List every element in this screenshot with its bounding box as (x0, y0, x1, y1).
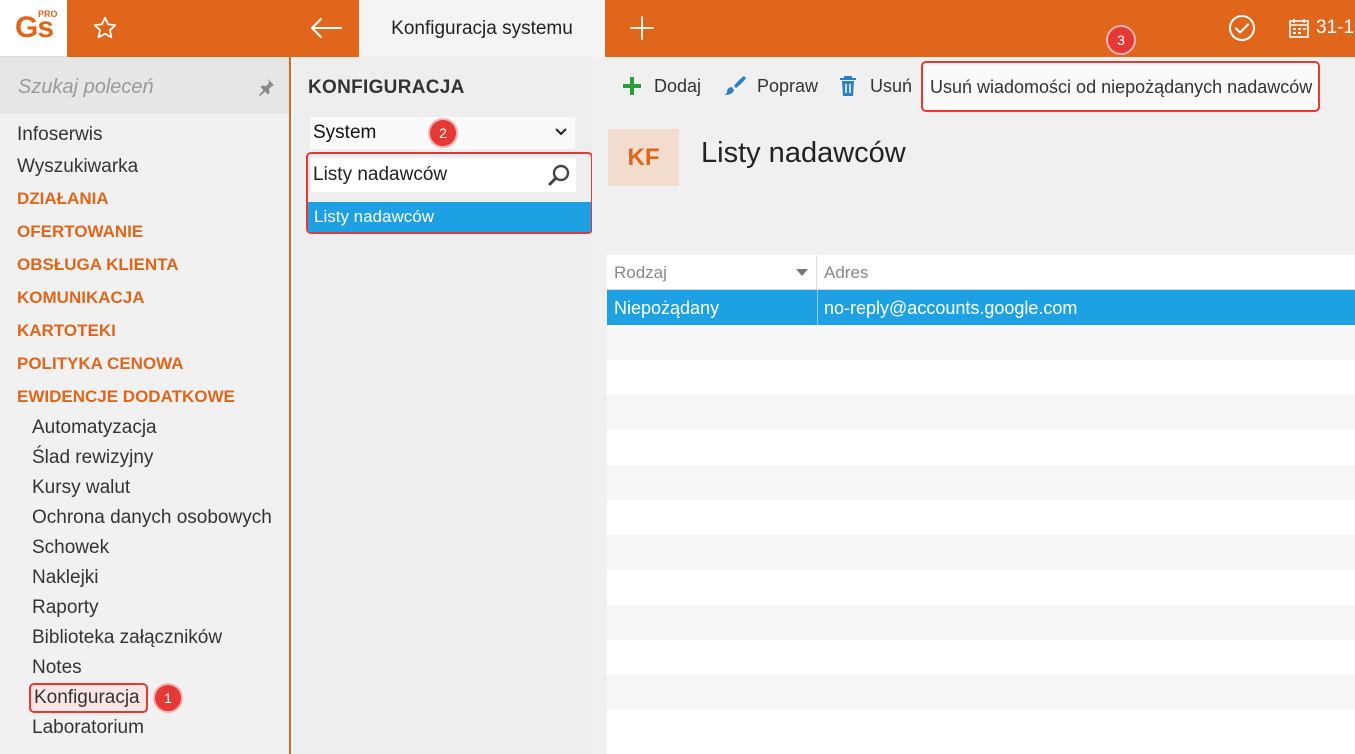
cell-divider (817, 290, 818, 325)
arrow-left-icon (311, 18, 342, 38)
delete-label: Usuń (870, 75, 913, 96)
config-panel-title: KONFIGURACJA (308, 77, 465, 98)
empty-row (607, 325, 1355, 360)
brush-icon (725, 76, 746, 95)
favorites-button[interactable] (82, 10, 128, 46)
sidebar-section-komunikacja[interactable]: KOMUNIKACJA (17, 288, 145, 308)
trash-icon (840, 76, 856, 96)
empty-row (607, 605, 1355, 640)
sidebar-section-obsluga-klienta[interactable]: OBSŁUGA KLIENTA (17, 255, 179, 275)
sidebar-section-ewidencje-dodatkowe[interactable]: EWIDENCJE DODATKOWE (17, 387, 235, 407)
plus-icon (630, 16, 654, 40)
sidebar-item-konfiguracja[interactable]: Konfiguracja (29, 683, 148, 713)
sidebar-section-dzialania[interactable]: DZIAŁANIA (17, 189, 109, 209)
empty-row (607, 640, 1355, 675)
top-bar: Gs PRO Konfiguracja systemu 31-1 (0, 0, 1355, 57)
remove-spam-label: Usuń wiadomości od niepożądanych nadawcó… (930, 77, 1313, 97)
delete-button[interactable]: Usuń (836, 71, 912, 101)
calendar-button[interactable]: 31-1 (1288, 10, 1355, 46)
add-label: Dodaj (654, 75, 702, 96)
empty-row (607, 500, 1355, 535)
empty-row (607, 710, 1355, 745)
cell-adres: no-reply@accounts.google.com (824, 298, 1078, 318)
tasks-button[interactable] (1222, 10, 1262, 46)
callout-badge-1: 1 (153, 683, 183, 713)
logo-superscript: PRO (38, 9, 58, 19)
column-header-rodzaj[interactable]: Rodzaj (607, 255, 817, 290)
sidebar-item-schowek[interactable]: Schowek (32, 537, 109, 559)
tab-label: Konfiguracja systemu (391, 17, 573, 39)
cell-rodzaj: Niepożądany (614, 298, 720, 318)
module-badge: KF (608, 129, 679, 186)
toolbar: Dodaj Popraw Usuń Usuń wiadomości od nie… (592, 57, 1355, 114)
sidebar-section-ofertowanie[interactable]: OFERTOWANIE (17, 222, 143, 242)
command-search[interactable]: Szukaj poleceń (0, 57, 289, 114)
search-icon[interactable] (547, 163, 571, 187)
sidebar-item-naklejki[interactable]: Naklejki (32, 567, 99, 589)
back-button[interactable] (300, 10, 352, 46)
empty-row (607, 360, 1355, 395)
config-filter-input[interactable] (313, 161, 538, 189)
page-title: Listy nadawców (701, 137, 906, 169)
app-logo[interactable]: Gs PRO (0, 0, 67, 57)
sidebar-item-infoserwis[interactable]: Infoserwis (17, 124, 103, 146)
star-icon (93, 16, 117, 39)
calendar-icon (1289, 19, 1309, 38)
sidebar-item-ochrona-danych[interactable]: Ochrona danych osobowych (32, 507, 272, 529)
sidebar: Szukaj poleceń Infoserwis Wyszukiwarka D… (0, 57, 291, 754)
sidebar-item-biblioteka[interactable]: Biblioteka załączników (32, 627, 222, 649)
add-button[interactable]: Dodaj (620, 71, 701, 101)
config-result-item[interactable]: Listy nadawców (308, 202, 591, 232)
senders-grid: Rodzaj Adres Niepożądany no-reply@accoun… (607, 255, 1355, 754)
chevron-down-icon (555, 128, 567, 136)
sidebar-item-kursy-walut[interactable]: Kursy walut (32, 477, 130, 499)
column-label-adres: Adres (824, 263, 869, 282)
config-filter-field[interactable] (311, 158, 576, 192)
column-label-rodzaj: Rodzaj (614, 263, 667, 282)
sidebar-item-slad-rewizyjny[interactable]: Ślad rewizyjny (32, 447, 153, 469)
callout-badge-3: 3 (1106, 25, 1136, 55)
sort-down-icon[interactable] (796, 269, 808, 277)
tab-konfiguracja-systemu[interactable]: Konfiguracja systemu (359, 0, 605, 57)
edit-button[interactable]: Popraw (723, 71, 818, 101)
sidebar-item-notes[interactable]: Notes (32, 657, 82, 679)
edit-label: Popraw (757, 75, 819, 96)
sidebar-section-polityka-cenowa[interactable]: POLITYKA CENOWA (17, 354, 184, 374)
empty-row (607, 535, 1355, 570)
remove-spam-button[interactable]: Usuń wiadomości od niepożądanych nadawcó… (921, 61, 1320, 112)
empty-row (607, 395, 1355, 430)
sidebar-item-laboratorium[interactable]: Laboratorium (32, 717, 144, 739)
new-tab-button[interactable] (620, 10, 664, 46)
command-search-placeholder: Szukaj poleceń (18, 76, 154, 98)
result-item-label: Listy nadawców (314, 207, 435, 226)
main-content: Dodaj Popraw Usuń Usuń wiadomości od nie… (592, 57, 1355, 754)
empty-row (607, 430, 1355, 465)
plus-icon (623, 77, 641, 95)
table-row[interactable]: Niepożądany no-reply@accounts.google.com (607, 290, 1355, 325)
date-label: 31-1 (1316, 17, 1355, 38)
empty-row (607, 675, 1355, 710)
sidebar-item-wyszukiwarka[interactable]: Wyszukiwarka (17, 156, 138, 178)
sidebar-item-automatyzacja[interactable]: Automatyzacja (32, 417, 157, 439)
grid-header: Rodzaj Adres (607, 255, 1355, 290)
callout-badge-2: 2 (428, 118, 458, 148)
sidebar-section-kartoteki[interactable]: KARTOTEKI (17, 321, 116, 341)
empty-row (607, 570, 1355, 605)
empty-row (607, 465, 1355, 500)
sidebar-item-raporty[interactable]: Raporty (32, 597, 99, 619)
config-panel: KONFIGURACJA System Listy nadawców (293, 57, 593, 754)
pin-icon[interactable] (256, 77, 276, 97)
select-value: System (313, 122, 377, 143)
check-circle-icon (1229, 15, 1255, 41)
